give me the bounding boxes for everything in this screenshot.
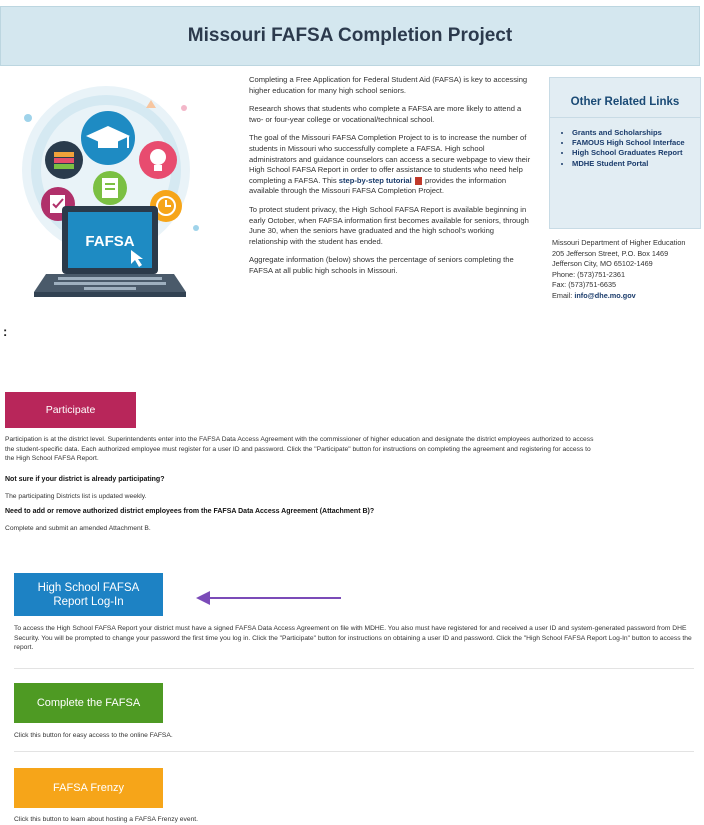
login-button-line1: High School FAFSA	[37, 581, 140, 594]
attachment-question: Need to add or remove authorized distric…	[5, 508, 375, 515]
contact-org: Missouri Department of Higher Education	[552, 238, 686, 247]
contact-email-row: Email: info@dhe.mo.gov	[552, 291, 704, 302]
participation-answer: The participating Districts list is upda…	[5, 493, 147, 500]
contact-email-link[interactable]: info@dhe.mo.gov	[574, 291, 635, 300]
intro-paragraph: Completing a Free Application for Federa…	[249, 75, 528, 95]
fafsa-laptop-illustration: FAFSA	[22, 86, 199, 297]
related-link-grants[interactable]: Grants and Scholarships	[572, 128, 700, 138]
login-description: To access the High School FAFSA Report y…	[14, 625, 692, 652]
stray-colon: :	[3, 324, 8, 339]
contact-info: Missouri Department of Higher Education …	[552, 238, 704, 302]
intro-paragraph: Aggregate information (below) shows the …	[249, 255, 514, 275]
login-button-line2: Report Log-In	[53, 595, 124, 608]
intro-paragraph: The goal of the Missouri FAFSA Completio…	[249, 133, 534, 197]
participate-description: Participation is at the district level. …	[5, 436, 594, 463]
page-title: Missouri FAFSA Completion Project	[187, 25, 513, 46]
contact-phone: Phone: (573)751-2361	[552, 269, 626, 279]
related-links-title: Other Related Links	[550, 78, 700, 118]
laptop-screen-label: FAFSA	[85, 233, 134, 250]
related-links-panel: Other Related Links Grants and Scholarsh…	[549, 77, 701, 229]
contact-city: Jefferson City, MO 65102-1469	[552, 259, 653, 269]
contact-email-label: Email:	[552, 290, 575, 300]
arrow-left-icon	[196, 591, 341, 605]
pdf-icon	[414, 176, 422, 185]
attachment-answer: Complete and submit an amended Attachmen…	[5, 525, 151, 532]
related-links-list: Grants and Scholarships FAMOUS High Scho…	[550, 128, 700, 169]
participation-question: Not sure if your district is already par…	[5, 476, 165, 483]
related-link-student-portal[interactable]: MDHE Student Portal	[572, 159, 700, 169]
frenzy-description: Click this button to learn about hosting…	[14, 816, 199, 823]
divider	[14, 751, 694, 752]
contact-fax: Fax: (573)751-6635	[552, 280, 617, 290]
step-by-step-tutorial-link[interactable]: step-by-step tutorial	[339, 176, 412, 185]
related-link-graduates-report[interactable]: High School Graduates Report	[572, 148, 700, 158]
fafsa-frenzy-button[interactable]: FAFSA Frenzy	[14, 768, 163, 808]
high-school-fafsa-login-button[interactable]: High School FAFSA Report Log-In	[14, 573, 163, 616]
divider	[14, 668, 694, 669]
intro-text: Completing a Free Application for Federa…	[249, 75, 534, 285]
related-link-famous[interactable]: FAMOUS High School Interface	[572, 138, 700, 148]
intro-paragraph: Research shows that students who complet…	[249, 104, 522, 124]
complete-description: Click this button for easy access to the…	[14, 732, 173, 739]
contact-street: 205 Jefferson Street, P.O. Box 1469	[552, 248, 669, 258]
page-header: Missouri FAFSA Completion Project	[0, 6, 700, 66]
intro-paragraph: To protect student privacy, the High Sch…	[249, 204, 529, 246]
complete-fafsa-button[interactable]: Complete the FAFSA	[14, 683, 163, 723]
participate-button[interactable]: Participate	[5, 392, 136, 428]
